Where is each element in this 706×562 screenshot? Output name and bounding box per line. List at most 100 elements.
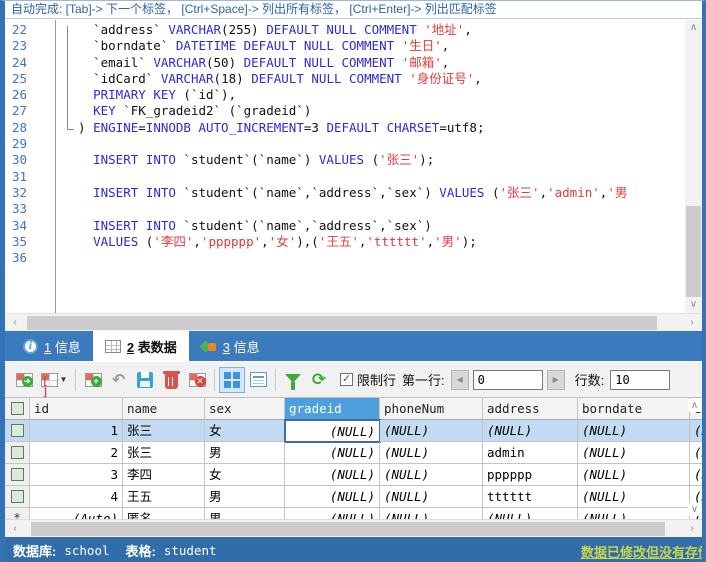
grid-scroll-up-icon[interactable]: ∧ [688,399,701,412]
code-line[interactable]: `email` VARCHAR(50) DEFAULT NULL COMMENT… [57,55,685,71]
row-count-input[interactable] [610,370,670,390]
select-all-cell[interactable] [5,398,30,420]
grid-cell-borndate[interactable]: (NULL) [578,486,690,508]
row-header-cell[interactable] [5,442,30,464]
grid-cell-address[interactable]: tttttt [483,486,578,508]
discard-changes-button[interactable]: ✕ [184,367,210,393]
grid-cell-phoneNum[interactable]: (NULL) [380,420,483,442]
grid-cell-gradeid[interactable]: (NULL) [285,486,380,508]
grid-cell-address[interactable]: admin [483,442,578,464]
grid-row[interactable]: 2张三男(NULL)(NULL)admin(NULL)(N [5,442,702,464]
scroll-left-icon[interactable]: ‹ [7,521,23,537]
row-header-cell[interactable] [5,420,30,442]
first-row-decrement-button[interactable]: ◀ [451,370,469,390]
grid-new-row[interactable]: *(Auto)匿名男(NULL)(NULL)(NULL)(NULL)(N [5,508,702,519]
grid-cell-address[interactable]: (NULL) [483,508,578,519]
grid-cell-id[interactable]: 4 [30,486,123,508]
grid-cell-sex[interactable]: 男 [205,486,285,508]
column-header-id[interactable]: id [30,398,123,420]
tab-1-info[interactable]: i 1 信息 [11,331,93,361]
grid-cell-gradeid[interactable]: (NULL) [285,508,380,519]
grid-horizontal-scrollbar[interactable]: ‹ › [5,519,702,537]
code-line[interactable]: INSERT INTO `student`(`name`,`address`,`… [57,185,685,201]
editor-horizontal-scrollbar[interactable]: ‹ › [5,313,702,331]
code-line[interactable]: `address` VARCHAR(255) DEFAULT NULL COMM… [57,22,685,38]
row-checkbox[interactable] [11,468,24,481]
code-line[interactable]: ) ENGINE=INNODB AUTO_INCREMENT=3 DEFAULT… [57,120,685,136]
code-line[interactable]: PRIMARY KEY (`id`), [57,87,685,103]
grid-cell-id[interactable]: 1 [30,420,123,442]
row-checkbox[interactable] [11,490,24,503]
code-line[interactable]: `borndate` DATETIME DEFAULT NULL COMMENT… [57,38,685,54]
grid-cell-gradeid[interactable]: (NULL) [285,420,380,442]
grid-cell-address[interactable]: (NULL) [483,420,578,442]
column-header-name[interactable]: name [123,398,205,420]
row-header-cell[interactable] [5,464,30,486]
editor-code[interactable]: `address` VARCHAR(255) DEFAULT NULL COMM… [57,22,685,312]
form-view-button[interactable] [245,367,271,393]
row-checkbox[interactable] [11,402,24,415]
code-line[interactable]: `idCard` VARCHAR(18) DEFAULT NULL COMMEN… [57,71,685,87]
grid-row[interactable]: 3李四女(NULL)(NULL)pppppp(NULL)(N [5,464,702,486]
grid-cell-sex[interactable]: 男 [205,442,285,464]
row-header-cell[interactable] [5,486,30,508]
scroll-right-icon[interactable]: › [684,315,700,331]
editor-hscroll-thumb[interactable] [27,316,657,330]
code-line[interactable] [57,169,685,185]
grid-cell-id[interactable]: 3 [30,464,123,486]
refresh-button[interactable]: ⟳ [306,367,332,393]
grid-cell-phoneNum[interactable]: (NULL) [380,464,483,486]
scroll-up-icon[interactable]: ∧ [685,20,702,36]
grid-cell-name[interactable]: 张三 [123,420,205,442]
row-checkbox[interactable] [11,446,24,459]
code-line[interactable] [57,201,685,217]
duplicate-row-button[interactable]: ↷ [106,367,132,393]
grid-row[interactable]: 1张三女(NULL)(NULL)(NULL)(NULL)(N [5,420,702,442]
save-button[interactable] [132,367,158,393]
grid-cell-borndate[interactable]: (NULL) [578,508,690,519]
column-header-address[interactable]: address [483,398,578,420]
grid-cell-em[interactable]: (N [690,442,702,464]
delete-row-button[interactable] [158,367,184,393]
code-line[interactable]: INSERT INTO `student`(`name`,`address`,`… [57,218,685,234]
tab-3-info[interactable]: 3 信息 [189,331,272,361]
grid-cell-em[interactable]: (N [690,464,702,486]
grid-cell-phoneNum[interactable]: (NULL) [380,508,483,519]
row-header-cell[interactable]: * [5,508,30,519]
grid-row[interactable]: 4王五男(NULL)(NULL)tttttt(NULL)(N [5,486,702,508]
grid-cell-sex[interactable]: 女 [205,464,285,486]
filter-button[interactable] [280,367,306,393]
first-row-increment-button[interactable]: ▶ [547,370,565,390]
grid-hscroll-thumb[interactable] [31,522,665,536]
grid-scroll-down-icon[interactable]: ∨ [688,503,701,516]
tab-2-table-data[interactable]: 2 表数据 [93,331,189,361]
grid-cell-name[interactable]: 匿名 [123,508,205,519]
column-header-gradeid[interactable]: gradeid [285,398,380,420]
code-line[interactable]: INSERT INTO `student`(`name`) VALUES ('张… [57,152,685,168]
grid-cell-borndate[interactable]: (NULL) [578,420,690,442]
sql-editor[interactable]: 222324252627282930313233343536 `address`… [5,20,702,313]
table-columns-button[interactable]: [ ] ▼ [37,367,71,393]
grid-cell-borndate[interactable]: (NULL) [578,442,690,464]
grid-cell-id[interactable]: (Auto) [30,508,123,519]
grid-cell-name[interactable]: 张三 [123,442,205,464]
column-header-phoneNum[interactable]: phoneNum [380,398,483,420]
grid-cell-name[interactable]: 王五 [123,486,205,508]
grid-cell-address[interactable]: pppppp [483,464,578,486]
row-checkbox[interactable] [11,424,24,437]
scroll-right-icon[interactable]: › [684,521,700,537]
insert-row-button[interactable]: + [80,367,106,393]
scroll-down-icon[interactable]: ∨ [685,297,702,313]
grid-cell-gradeid[interactable]: (NULL) [285,464,380,486]
editor-vertical-scrollbar[interactable]: ∧ ∨ [685,20,702,313]
grid-cell-id[interactable]: 2 [30,442,123,464]
grid-cell-sex[interactable]: 女 [205,420,285,442]
grid-cell-gradeid[interactable]: (NULL) [285,442,380,464]
grid-cell-borndate[interactable]: (NULL) [578,464,690,486]
modified-status-link[interactable]: 数据已修改但没有存储 [581,542,702,561]
code-line[interactable]: VALUES ('李四','pppppp','女'),('王五','tttttt… [57,234,685,250]
limit-rows-checkbox[interactable]: ✓ [340,373,353,386]
grid-cell-em[interactable]: (N [690,420,702,442]
grid-cell-name[interactable]: 李四 [123,464,205,486]
first-row-input[interactable] [473,370,543,390]
